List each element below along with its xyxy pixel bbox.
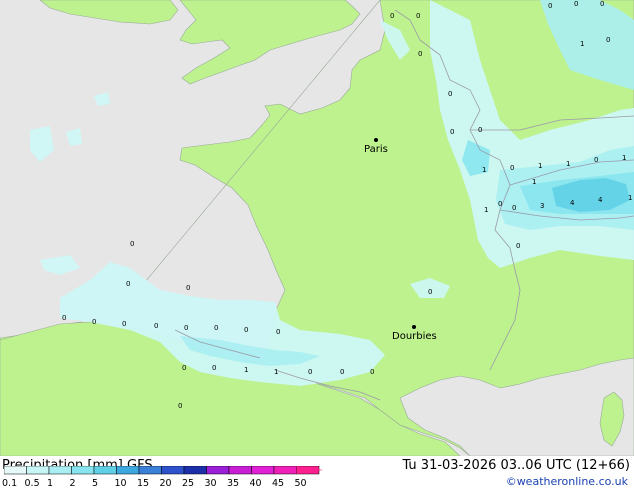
point-value: 0: [182, 364, 186, 372]
point-value: 4: [598, 196, 603, 204]
scale-tick-label: 10: [114, 478, 127, 489]
point-value: 0: [574, 0, 578, 8]
point-value: 0: [308, 368, 312, 376]
point-value: 0: [92, 318, 96, 326]
point-value: 1: [274, 368, 278, 376]
point-value: 0: [244, 326, 248, 334]
scale-tick-label: 2: [69, 478, 76, 489]
scale-swatch: [48, 466, 72, 475]
scale-tick-label: 45: [272, 478, 285, 489]
point-value: 0: [62, 314, 66, 322]
point-value: 0: [512, 204, 516, 212]
dourbies-marker-icon: [412, 325, 416, 329]
point-value: 0: [390, 12, 394, 20]
scale-swatch: [251, 466, 275, 475]
point-value: 0: [548, 2, 552, 10]
point-value: 0: [450, 128, 454, 136]
scale-swatch: [228, 466, 252, 475]
point-value: 0: [478, 126, 482, 134]
credit-link[interactable]: ©weatheronline.co.uk: [506, 475, 628, 488]
scale-swatch: [161, 466, 185, 475]
point-value: 0: [340, 368, 344, 376]
point-value: 1: [628, 194, 632, 202]
scale-tick-label: 40: [249, 478, 262, 489]
forecast-date: Tu 31-03-2026 03..06 UTC (12+66): [402, 458, 630, 473]
point-value: 0: [122, 320, 126, 328]
point-value: 1: [484, 206, 488, 214]
scale-swatch: [138, 466, 162, 475]
paris-marker-icon: [374, 138, 378, 142]
point-value: 0: [600, 0, 604, 8]
scale-tick-label: 5: [92, 478, 99, 489]
scale-swatch: [116, 466, 140, 475]
point-value: 1: [622, 154, 626, 162]
scale-tick-label: 25: [182, 478, 195, 489]
scale-tick-label: 0.5: [24, 478, 40, 489]
scale-swatch: [183, 466, 207, 475]
map-footer: Precipitation [mm] GFS Tu 31-03-2026 03.…: [0, 456, 634, 490]
point-value: 0: [418, 50, 422, 58]
city-label-paris: Paris: [364, 144, 388, 155]
point-value: 0: [276, 328, 280, 336]
point-value: 4: [570, 199, 575, 207]
scale-tick-label: 50: [294, 478, 307, 489]
point-value: 0: [212, 364, 216, 372]
point-value: 3: [540, 202, 544, 210]
scale-tick-label: 20: [159, 478, 172, 489]
point-value: 1: [244, 366, 248, 374]
point-value: 1: [566, 160, 570, 168]
precipitation-map: Paris Dourbies 0 0 0 0 0 0 0 0 0 0 0 0 0…: [0, 0, 634, 456]
map-stage: Paris Dourbies 0 0 0 0 0 0 0 0 0 0 0 0 0…: [0, 0, 634, 490]
point-value: 0: [214, 324, 218, 332]
point-value: 0: [606, 36, 610, 44]
point-value: 0: [370, 368, 374, 376]
scale-tick-labels: 0.1 0.5 1 2 5 10 15 20 25 30 35 40 45 50: [0, 478, 330, 490]
scale-tick-label: 30: [204, 478, 217, 489]
scale-tick-label: 35: [227, 478, 240, 489]
point-value: 0: [184, 324, 188, 332]
scale-tick-label: 1: [47, 478, 54, 489]
scale-swatch: [93, 466, 117, 475]
point-value: 0: [428, 288, 432, 296]
point-value: 0: [416, 12, 420, 20]
scale-swatch: [4, 466, 27, 475]
point-value: 0: [448, 90, 452, 98]
point-value: 0: [154, 322, 158, 330]
point-value: 0: [510, 164, 514, 172]
scale-swatch: [206, 466, 230, 475]
scale-swatch: [273, 466, 297, 475]
point-value: 1: [538, 162, 542, 170]
point-value: 1: [580, 40, 584, 48]
point-value: 0: [130, 240, 134, 248]
point-value: 0: [126, 280, 130, 288]
point-value: 0: [516, 242, 520, 250]
scale-tick-label: 15: [137, 478, 150, 489]
city-label-dourbies: Dourbies: [392, 331, 437, 342]
scale-tick-label: 0.1: [2, 478, 18, 489]
precip-color-scale: [4, 466, 323, 475]
point-value: 0: [594, 156, 598, 164]
point-value: 1: [482, 166, 486, 174]
point-value: 0: [178, 402, 182, 410]
point-value: 1: [532, 178, 536, 186]
scale-swatch: [71, 466, 95, 475]
scale-swatch: [26, 466, 50, 475]
point-value: 0: [186, 284, 190, 292]
point-value: 0: [498, 200, 502, 208]
